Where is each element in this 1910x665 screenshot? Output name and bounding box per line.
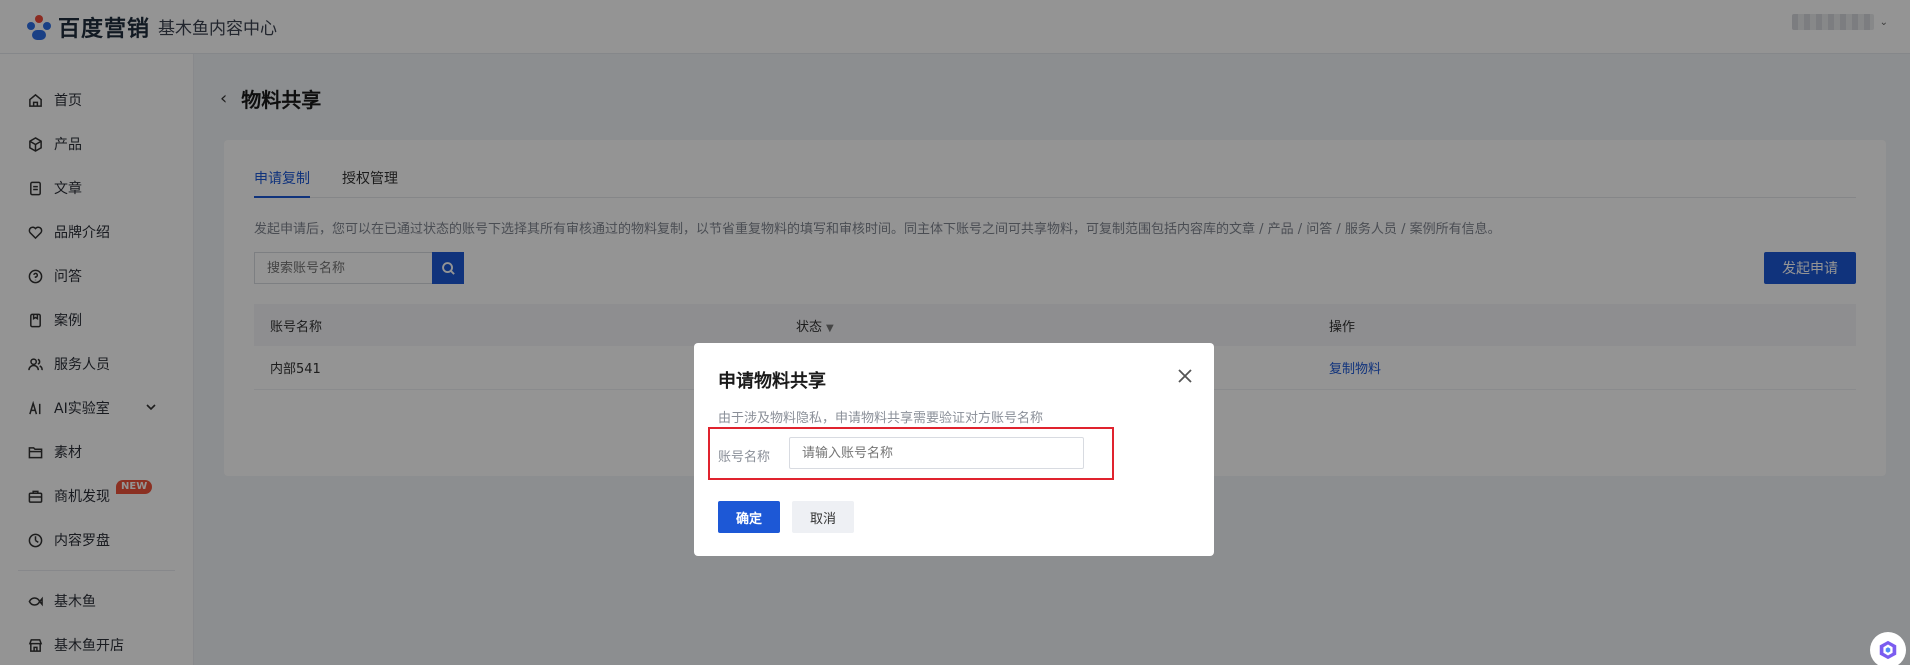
account-name-label: 账号名称 [718,450,771,465]
confirm-button[interactable]: 确定 [718,501,780,533]
assistant-float-icon[interactable] [1870,632,1906,665]
close-button[interactable] [1176,367,1194,385]
account-name-input[interactable] [789,437,1084,469]
close-icon [1178,369,1192,383]
cancel-button[interactable]: 取消 [792,501,854,533]
hexagon-logo-icon [1879,640,1897,660]
apply-share-modal: 申请物料共享 由于涉及物料隐私，申请物料共享需要验证对方账号名称 账号名称 确定… [694,343,1214,556]
modal-title: 申请物料共享 [718,371,826,392]
modal-description: 由于涉及物料隐私，申请物料共享需要验证对方账号名称 [718,411,1044,426]
modal-overlay[interactable] [0,0,1910,665]
